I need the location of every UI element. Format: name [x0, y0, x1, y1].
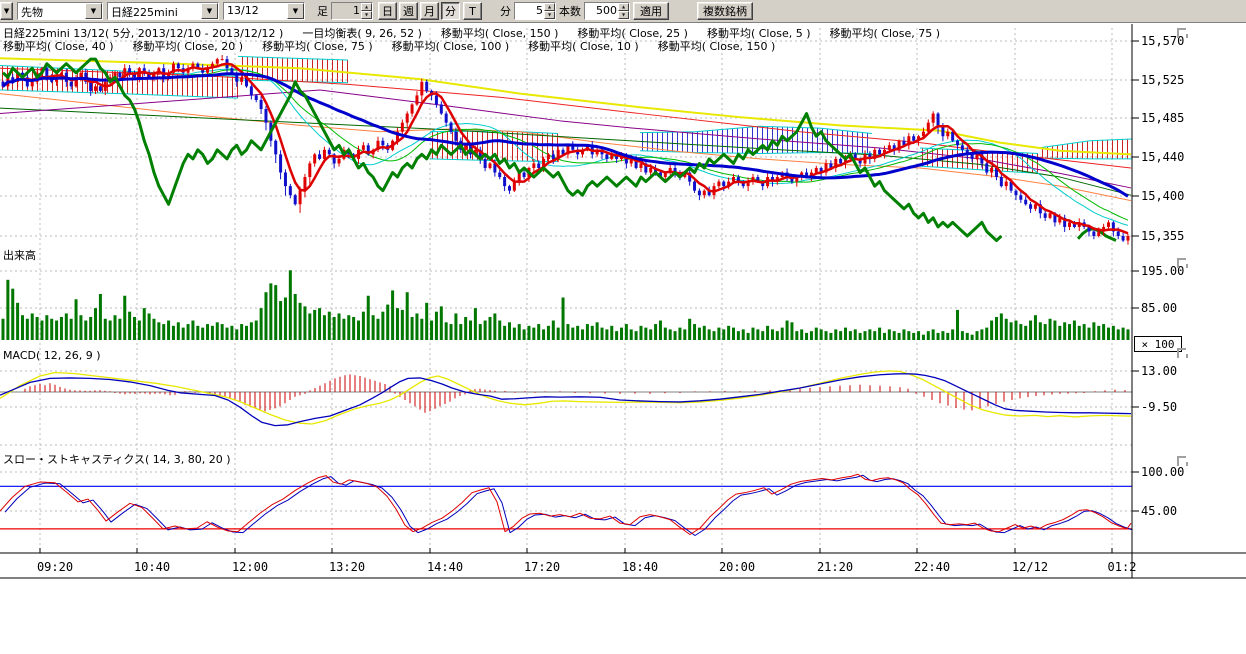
macd-panel [0, 371, 1132, 426]
volume-series [2, 270, 1130, 340]
trading-chart-window: ▼ 先物 ▼ 日経225mini ▼ 13/12 ▼ 足 1 ▲▼ 日 [0, 0, 1246, 654]
gridlines [0, 28, 1132, 553]
chart-area[interactable] [0, 0, 1246, 654]
main-price-panel [0, 55, 1132, 245]
indicator-header-row2: 移動平均( Close, 40 )移動平均( Close, 20 )移動平均( … [3, 38, 794, 54]
volume-multiplier-badge: × 100 [1134, 336, 1182, 352]
stochastics-panel-label: スロー・ストキャスティクス( 14, 3, 80, 20 ) [3, 451, 231, 467]
volume-panel-label: 出来高 [3, 247, 36, 263]
axes [0, 24, 1246, 578]
macd-panel-label: MACD( 12, 26, 9 ) [3, 349, 101, 362]
stochastics-panel [0, 474, 1136, 535]
